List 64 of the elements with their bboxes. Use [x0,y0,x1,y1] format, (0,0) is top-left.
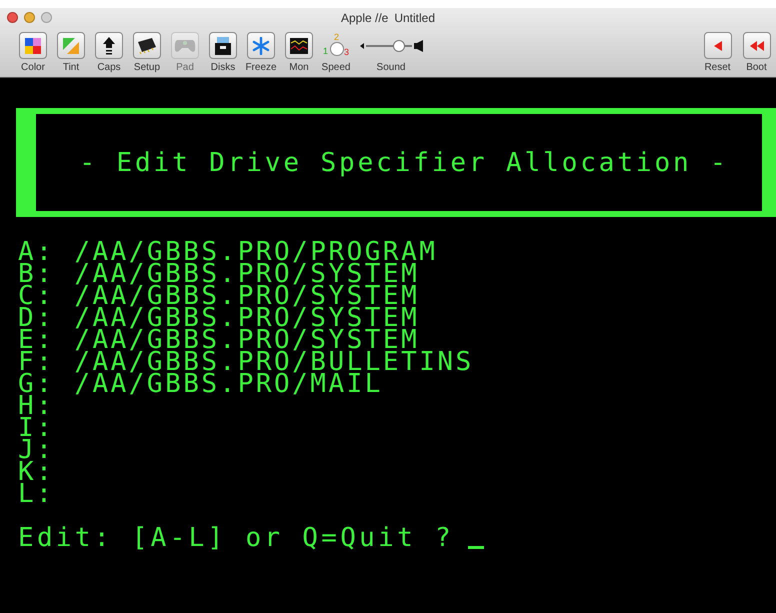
up-arrow-icon [103,36,115,54]
color-button[interactable] [19,32,47,59]
chip-icon [136,36,158,54]
speed-mark: 2 [334,32,340,42]
left-arrow-icon [714,40,722,50]
double-left-arrow-icon [750,40,764,50]
drive-letter: B: [18,263,54,285]
toolbar-label: Boot [746,62,767,74]
toolbar-label: Disks [210,62,236,74]
drive-letter: H: [18,395,54,417]
boot-button[interactable] [742,32,770,59]
speed-mark: 3 [344,47,350,57]
drive-letter: C: [18,285,54,307]
snowflake-icon [252,36,270,54]
toolbar-label: Freeze [245,62,277,74]
text-cursor [468,546,484,549]
toolbar-label: Reset [704,62,731,74]
drive-path: /AA/GBBS.PRO/MAIL [74,373,383,395]
prompt-text: Edit: [A-L] or Q=Quit ? [18,527,454,549]
setup-button[interactable] [133,32,161,59]
toolbar-label: Caps [97,62,121,74]
tint-swatch-icon [63,38,79,54]
drive-letter: D: [18,307,54,329]
reset-button[interactable] [704,32,732,59]
document-title: Untitled [394,10,436,27]
speed-knob[interactable] [330,42,344,56]
drive-letter: G: [18,373,54,395]
volume-slider[interactable] [366,40,412,52]
drive-letter: E: [18,329,54,351]
drive-path: /AA/GBBS.PRO/SYSTEM [74,307,420,329]
color-squares-icon [25,38,41,54]
waveform-monitor-icon [290,38,308,54]
gamepad-icon [174,38,196,54]
speaker-loud-icon [414,40,422,52]
speaker-quiet-icon [360,42,364,48]
toolbar-label: Tint [62,62,80,74]
toolbar-label: Sound [376,62,406,74]
drive-letter: J: [18,439,54,461]
drive-letter: L: [18,483,54,505]
window-title: Apple //e [340,10,388,27]
drive-letter: I: [18,417,54,439]
drive-path: /AA/GBBS.PRO/PROGRAM [74,241,438,263]
speed-mark: 1 [323,46,328,56]
drive-path: /AA/GBBS.PRO/BULLETINS [74,351,474,373]
drive-letter: A: [18,241,54,263]
mon-button[interactable] [285,32,313,59]
minimize-button[interactable] [24,12,35,23]
drive-letter: K: [18,461,54,483]
toolbar-label: Setup [134,62,160,74]
close-button[interactable] [7,12,18,23]
floppy-disk-icon [214,36,232,54]
drive-letter: F: [18,351,54,373]
slider-thumb[interactable] [392,40,405,52]
drive-path: /AA/GBBS.PRO/SYSTEM [74,285,420,307]
tint-button[interactable] [57,32,85,59]
toolbar-label: Mon [289,62,309,74]
toolbar-label: Color [21,62,45,74]
disks-button[interactable] [209,32,237,59]
freeze-button[interactable] [247,32,275,59]
caps-button[interactable] [95,32,123,59]
drive-path: /AA/GBBS.PRO/SYSTEM [74,263,420,285]
drive-path: /AA/GBBS.PRO/SYSTEM [74,329,420,351]
toolbar-label: Pad [176,62,194,74]
toolbar-label: Speed [322,62,350,74]
